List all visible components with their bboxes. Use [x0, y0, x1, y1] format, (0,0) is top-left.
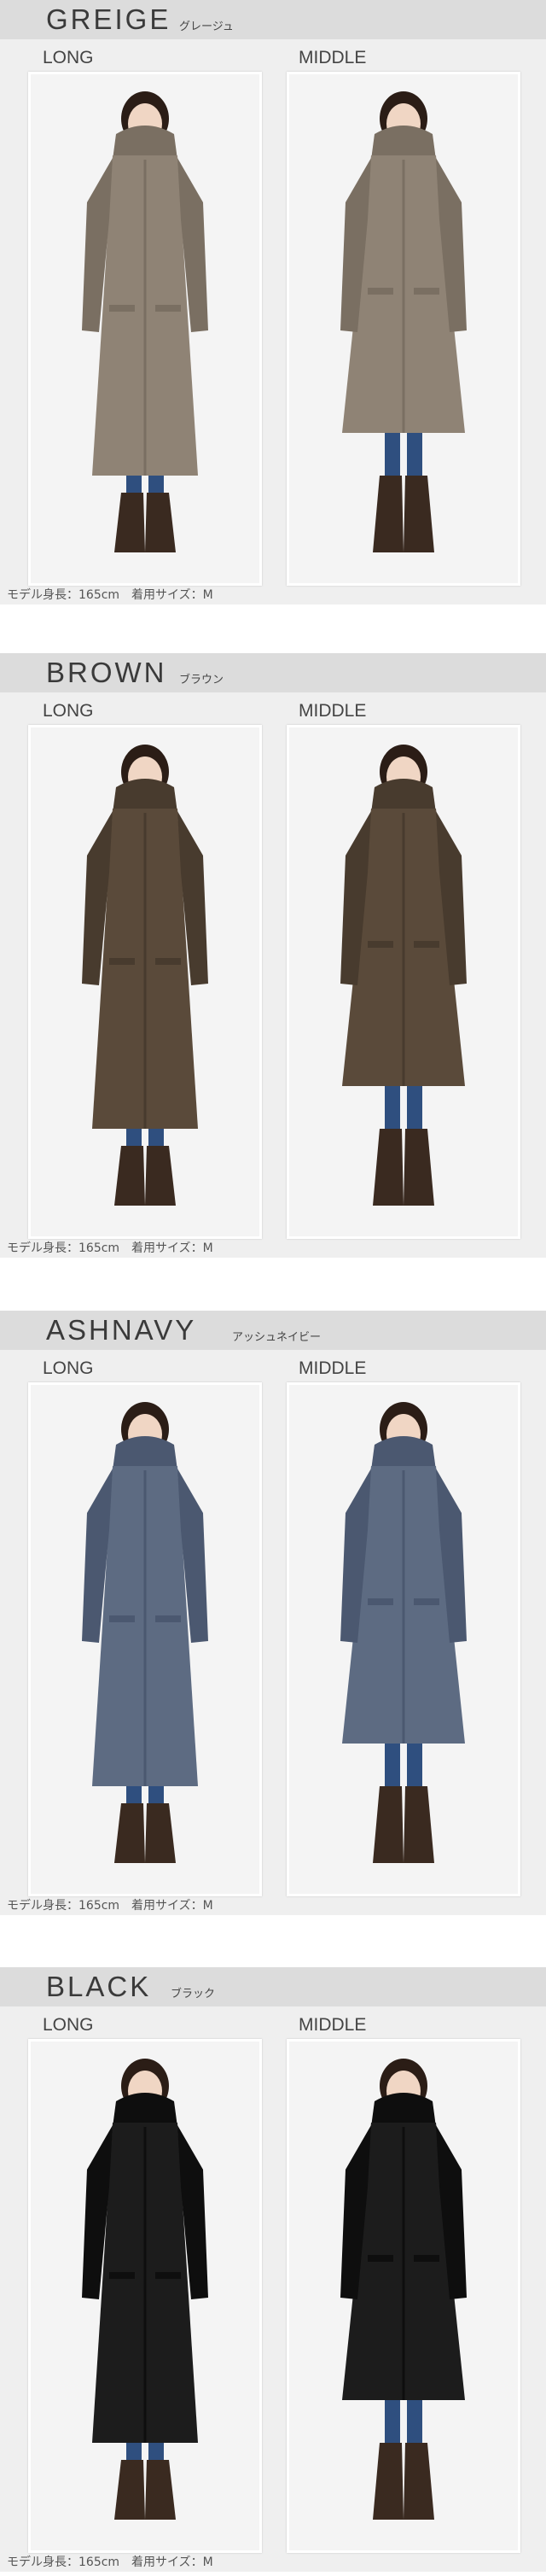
color-section-greige: GREIGE グレージュ LONG MIDDLE モデル身長：165cm 着用サ… [0, 0, 546, 605]
color-name-kana: ブラック [171, 1988, 216, 2001]
long-coat-photo [28, 1382, 262, 1896]
color-header: BROWN ブラウン [0, 653, 546, 692]
color-section-brown: BROWN ブラウン LONG MIDDLE モデル身長：165cm 着用サイズ… [0, 653, 546, 1258]
long-label: LONG [43, 701, 94, 721]
color-name-kana: グレージュ [179, 20, 234, 33]
long-label: LONG [43, 2015, 94, 2035]
middle-label: MIDDLE [299, 701, 367, 721]
middle-coat-photo [287, 2039, 520, 2553]
color-header: ASHNAVY アッシュネイビー [0, 1311, 546, 1350]
color-section-ashnavy: ASHNAVY アッシュネイビー LONG MIDDLE モデル身長：165cm… [0, 1311, 546, 1915]
color-header: GREIGE グレージュ [0, 0, 546, 39]
middle-coat-photo [287, 1382, 520, 1896]
long-label: LONG [43, 1358, 94, 1378]
long-coat-photo [28, 725, 262, 1239]
long-coat-photo [28, 72, 262, 586]
middle-coat-photo [287, 72, 520, 586]
color-section-black: BLACK ブラック LONG MIDDLE モデル身長：165cm 着用サイズ… [0, 1967, 546, 2572]
color-name: GREIGE [46, 3, 171, 35]
color-name-kana: ブラウン [179, 674, 224, 686]
long-label: LONG [43, 48, 94, 67]
model-size-caption: モデル身長：165cm 着用サイズ：M [7, 2556, 213, 2569]
color-name: BLACK [46, 1971, 152, 2002]
model-size-caption: モデル身長：165cm 着用サイズ：M [7, 1899, 213, 1913]
color-name: BROWN [46, 657, 167, 688]
color-header: BLACK ブラック [0, 1967, 546, 2006]
middle-label: MIDDLE [299, 48, 367, 67]
middle-coat-photo [287, 725, 520, 1239]
model-size-caption: モデル身長：165cm 着用サイズ：M [7, 588, 213, 602]
model-size-caption: モデル身長：165cm 着用サイズ：M [7, 1241, 213, 1255]
color-name: ASHNAVY [46, 1314, 197, 1346]
middle-label: MIDDLE [299, 1358, 367, 1378]
color-name-kana: アッシュネイビー [232, 1331, 322, 1344]
long-coat-photo [28, 2039, 262, 2553]
middle-label: MIDDLE [299, 2015, 367, 2035]
